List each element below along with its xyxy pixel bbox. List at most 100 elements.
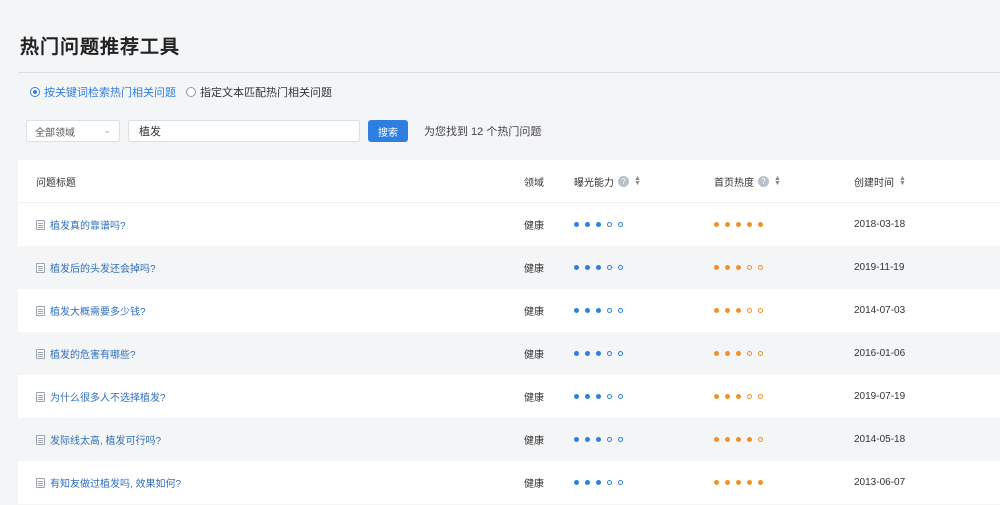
keyword-input[interactable] bbox=[128, 120, 360, 142]
cell-exposure-rating bbox=[574, 351, 714, 356]
rating-dot-filled bbox=[725, 480, 730, 485]
rating-dot-filled bbox=[747, 222, 752, 227]
rating-dot-filled bbox=[714, 265, 719, 270]
header-created-cell: 创建时间 ▲ ▼ bbox=[854, 174, 1000, 189]
rating-dot-empty bbox=[618, 437, 623, 442]
domain-select[interactable]: 全部领域 ⌄ bbox=[26, 120, 120, 142]
rating-dot-filled bbox=[736, 437, 741, 442]
header-title: 问题标题 bbox=[36, 177, 76, 189]
document-icon bbox=[36, 262, 45, 273]
search-bar: 全部领域 ⌄ 搜索 为您找到 12 个热门问题 bbox=[26, 120, 541, 142]
cell-heat-rating bbox=[714, 265, 854, 270]
table-row: 植发的危害有哪些? 健康 2016-01-06 bbox=[18, 332, 1000, 375]
sort-icon[interactable]: ▲ ▼ bbox=[899, 175, 906, 187]
cell-domain: 健康 bbox=[524, 436, 544, 447]
rating-dot-empty bbox=[607, 351, 612, 356]
rating-dot-filled bbox=[574, 351, 579, 356]
help-icon[interactable]: ? bbox=[758, 175, 769, 187]
cell-exposure-rating bbox=[574, 394, 714, 399]
cell-title: 植发大概需要多少钱? bbox=[18, 303, 524, 318]
rating-dot-empty bbox=[747, 394, 752, 399]
table-row: 为什么很多人不选择植发? 健康 2019-07-19 bbox=[18, 375, 1000, 418]
rating-dot-filled bbox=[736, 480, 741, 485]
cell-domain: 健康 bbox=[524, 479, 544, 490]
cell-exposure-rating bbox=[574, 265, 714, 270]
question-title-link[interactable]: 为什么很多人不选择植发? bbox=[50, 389, 166, 404]
rating-dot-filled bbox=[596, 265, 601, 270]
rating-dot-filled bbox=[736, 394, 741, 399]
table-row: 植发后的头发还会掉吗? 健康 2019-11-19 bbox=[18, 246, 1000, 289]
rating-dot-filled bbox=[585, 222, 590, 227]
rating-dot-empty bbox=[618, 308, 623, 313]
rating-dot-filled bbox=[585, 437, 590, 442]
cell-exposure-rating bbox=[574, 222, 714, 227]
cell-domain: 健康 bbox=[524, 264, 544, 275]
question-title-link[interactable]: 植发后的头发还会掉吗? bbox=[50, 260, 156, 275]
cell-heat-rating bbox=[714, 308, 854, 313]
rating-dot-empty bbox=[607, 308, 612, 313]
rating-dot-filled bbox=[574, 308, 579, 313]
rating-dot-empty bbox=[618, 222, 623, 227]
sort-icon[interactable]: ▲ ▼ bbox=[634, 175, 641, 187]
sort-icon[interactable]: ▲ ▼ bbox=[774, 175, 781, 187]
question-title-link[interactable]: 植发的危害有哪些? bbox=[50, 346, 136, 361]
cell-domain: 健康 bbox=[524, 307, 544, 318]
cell-exposure-rating bbox=[574, 437, 714, 442]
cell-heat-rating bbox=[714, 437, 854, 442]
rating-dot-empty bbox=[607, 437, 612, 442]
rating-dot-filled bbox=[725, 394, 730, 399]
question-title-link[interactable]: 有知友做过植发吗, 效果如何? bbox=[50, 475, 181, 490]
result-count-text: 为您找到 12 个热门问题 bbox=[424, 126, 542, 138]
rating-dot-filled bbox=[596, 480, 601, 485]
document-icon bbox=[36, 477, 45, 488]
rating-dot-empty bbox=[618, 265, 623, 270]
cell-heat-rating bbox=[714, 394, 854, 399]
domain-select-value: 全部领域 bbox=[35, 127, 75, 139]
rating-dot-filled bbox=[758, 222, 763, 227]
search-button[interactable]: 搜索 bbox=[368, 120, 408, 142]
rating-dot-empty bbox=[607, 265, 612, 270]
page-title: 热门问题推荐工具 bbox=[20, 37, 181, 58]
rating-dot-empty bbox=[618, 394, 623, 399]
header-domain: 领域 bbox=[524, 177, 544, 189]
cell-title: 发际线太高, 植发可行吗? bbox=[18, 432, 524, 447]
rating-dot-filled bbox=[714, 437, 719, 442]
table-row: 植发大概需要多少钱? 健康 2014-07-03 bbox=[18, 289, 1000, 332]
rating-dot-filled bbox=[596, 308, 601, 313]
cell-title: 植发真的靠谱吗? bbox=[18, 217, 524, 232]
header-exposure: 曝光能力 bbox=[574, 177, 614, 189]
document-icon bbox=[36, 305, 45, 316]
rating-dot-filled bbox=[714, 351, 719, 356]
rating-dot-empty bbox=[607, 480, 612, 485]
chevron-down-icon: ⌄ bbox=[103, 125, 111, 135]
rating-dot-filled bbox=[585, 480, 590, 485]
question-title-link[interactable]: 植发大概需要多少钱? bbox=[50, 303, 146, 318]
search-mode-group: 按关键词检索热门相关问题 指定文本匹配热门相关问题 bbox=[30, 84, 342, 100]
question-title-link[interactable]: 植发真的靠谱吗? bbox=[50, 217, 126, 232]
question-title-link[interactable]: 发际线太高, 植发可行吗? bbox=[50, 432, 161, 447]
rating-dot-filled bbox=[574, 394, 579, 399]
table-row: 植发真的靠谱吗? 健康 2018-03-18 bbox=[18, 203, 1000, 246]
rating-dot-filled bbox=[714, 480, 719, 485]
cell-created-date: 2014-05-18 bbox=[854, 434, 906, 445]
rating-dot-empty bbox=[758, 308, 763, 313]
rating-dot-filled bbox=[596, 222, 601, 227]
rating-dot-filled bbox=[736, 222, 741, 227]
cell-heat-rating bbox=[714, 480, 854, 485]
cell-created-date: 2018-03-18 bbox=[854, 219, 906, 230]
cell-title: 为什么很多人不选择植发? bbox=[18, 389, 524, 404]
rating-dot-filled bbox=[585, 394, 590, 399]
rating-dot-filled bbox=[725, 308, 730, 313]
cell-domain: 健康 bbox=[524, 393, 544, 404]
rating-dot-filled bbox=[596, 394, 601, 399]
cell-domain: 健康 bbox=[524, 350, 544, 361]
radio-keyword-search[interactable]: 按关键词检索热门相关问题 bbox=[30, 84, 176, 100]
cell-created-date: 2013-06-07 bbox=[854, 477, 906, 488]
header-exposure-cell: 曝光能力 ? ▲ ▼ bbox=[574, 174, 714, 189]
cell-title: 植发后的头发还会掉吗? bbox=[18, 260, 524, 275]
help-icon[interactable]: ? bbox=[618, 175, 629, 187]
header-created: 创建时间 bbox=[854, 177, 894, 189]
rating-dot-empty bbox=[758, 437, 763, 442]
rating-dot-filled bbox=[574, 480, 579, 485]
radio-text-match[interactable]: 指定文本匹配热门相关问题 bbox=[186, 84, 332, 100]
